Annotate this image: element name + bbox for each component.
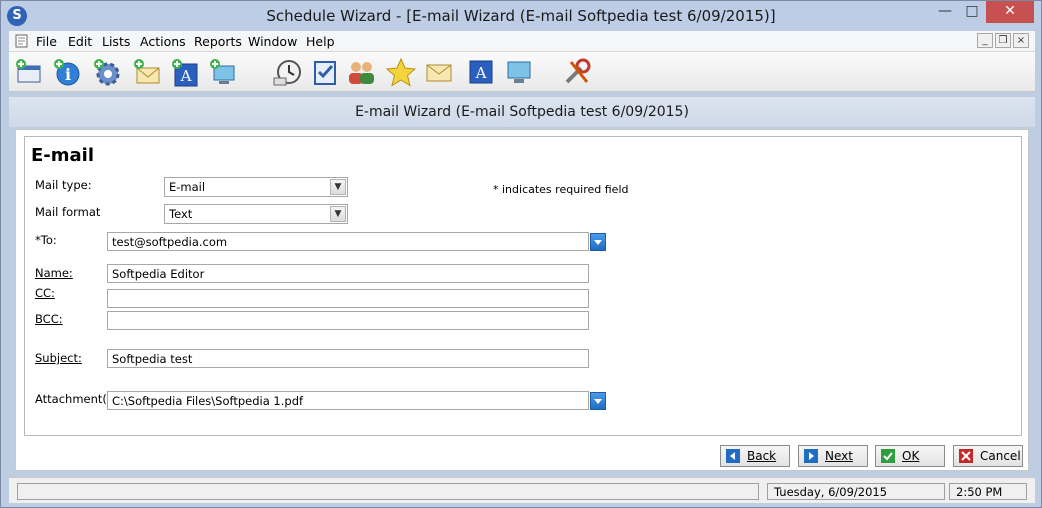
back-arrow-icon xyxy=(726,449,740,463)
new-schedule-icon[interactable] xyxy=(13,56,45,88)
name-label: Name: xyxy=(35,266,73,280)
menu-actions[interactable]: Actions xyxy=(140,34,186,49)
maximize-button[interactable]: □ xyxy=(959,1,985,23)
mail-format-value: Text xyxy=(169,207,193,221)
chevron-down-icon[interactable]: ▼ xyxy=(330,179,346,195)
menu-window[interactable]: Window xyxy=(248,34,297,49)
document-icon[interactable]: A xyxy=(465,56,497,88)
to-picker-icon[interactable] xyxy=(590,233,606,251)
chevron-down-icon[interactable]: ▼ xyxy=(330,206,346,222)
name-field[interactable]: Softpedia Editor xyxy=(107,264,589,283)
mail-type-value: E-mail xyxy=(169,180,206,194)
status-date: Tuesday, 6/09/2015 xyxy=(767,483,945,500)
email-form: E-mail * indicates required field Mail t… xyxy=(24,136,1022,436)
menu-bar: File Edit Lists Actions Reports Window H… xyxy=(9,31,1035,52)
attachment-picker-icon[interactable] xyxy=(590,392,606,410)
next-arrow-icon xyxy=(804,449,818,463)
star-icon[interactable] xyxy=(385,56,417,88)
app-window: S Schedule Wizard - [E-mail Wizard (E-ma… xyxy=(0,0,1042,508)
svg-text:A: A xyxy=(180,67,192,85)
mdi-close-button[interactable]: × xyxy=(1013,33,1029,48)
status-bar: Tuesday, 6/09/2015 2:50 PM xyxy=(9,477,1035,503)
menu-reports[interactable]: Reports xyxy=(194,34,242,49)
window-title: Schedule Wizard - [E-mail Wizard (E-mail… xyxy=(266,7,776,25)
ok-button[interactable]: OK xyxy=(875,445,945,467)
email-icon[interactable] xyxy=(423,56,455,88)
attachments-field[interactable]: C:\Softpedia Files\Softpedia 1.pdf xyxy=(107,391,589,410)
back-button[interactable]: Back xyxy=(720,445,790,467)
checklist-icon[interactable] xyxy=(309,56,341,88)
cancel-x-icon xyxy=(959,449,973,463)
svg-text:A: A xyxy=(475,64,487,82)
status-message xyxy=(17,483,759,500)
mail-type-select[interactable]: E-mail ▼ xyxy=(164,177,348,197)
document-menu-icon[interactable] xyxy=(13,33,31,49)
svg-text:i: i xyxy=(65,65,71,84)
toolbar: i A A xyxy=(9,52,1035,92)
close-button[interactable]: ✕ xyxy=(986,1,1034,23)
subject-field[interactable]: Softpedia test xyxy=(107,349,589,368)
section-heading: E-mail xyxy=(31,145,95,166)
tools-icon[interactable] xyxy=(561,56,593,88)
bcc-field[interactable] xyxy=(107,311,589,330)
mail-format-select[interactable]: Text ▼ xyxy=(164,204,348,224)
users-icon[interactable] xyxy=(345,56,377,88)
add-email-icon[interactable] xyxy=(131,56,163,88)
menu-file[interactable]: File xyxy=(36,34,57,49)
cc-label: CC: xyxy=(35,286,55,300)
cancel-label: Cancel xyxy=(980,449,1021,463)
settings-gear-icon[interactable] xyxy=(91,56,123,88)
menu-edit[interactable]: Edit xyxy=(68,34,92,49)
clock-icon[interactable] xyxy=(271,56,303,88)
subject-label: Subject: xyxy=(35,351,82,365)
required-note: * indicates required field xyxy=(493,183,629,196)
wizard-title: E-mail Wizard (E-mail Softpedia test 6/0… xyxy=(355,104,689,120)
info-icon[interactable]: i xyxy=(51,56,83,88)
cc-field[interactable] xyxy=(107,289,589,308)
add-document-icon[interactable]: A xyxy=(169,56,201,88)
ok-label: OK xyxy=(902,449,920,463)
wizard-header: E-mail Wizard (E-mail Softpedia test 6/0… xyxy=(9,97,1035,127)
mail-format-label: Mail format xyxy=(35,205,101,219)
menu-lists[interactable]: Lists xyxy=(102,34,130,49)
to-label: *To: xyxy=(35,233,57,247)
to-field[interactable]: test@softpedia.com xyxy=(107,232,589,251)
menu-help[interactable]: Help xyxy=(306,34,335,49)
check-icon xyxy=(881,449,895,463)
next-button[interactable]: Next xyxy=(798,445,868,467)
mdi-minimize-button[interactable]: _ xyxy=(977,33,993,48)
wizard-panel: E-mail * indicates required field Mail t… xyxy=(15,129,1029,471)
minimize-button[interactable]: — xyxy=(932,1,958,23)
mail-type-label: Mail type: xyxy=(35,178,92,192)
status-time: 2:50 PM xyxy=(949,483,1027,500)
mdi-restore-button[interactable]: ❐ xyxy=(995,33,1011,48)
next-label: Next xyxy=(825,449,853,463)
monitor-icon[interactable] xyxy=(503,56,535,88)
add-screen-icon[interactable] xyxy=(207,56,239,88)
cancel-button[interactable]: Cancel xyxy=(953,445,1023,467)
back-label: Back xyxy=(747,449,777,463)
title-bar[interactable]: S Schedule Wizard - [E-mail Wizard (E-ma… xyxy=(1,1,1041,31)
bcc-label: BCC: xyxy=(35,312,63,326)
